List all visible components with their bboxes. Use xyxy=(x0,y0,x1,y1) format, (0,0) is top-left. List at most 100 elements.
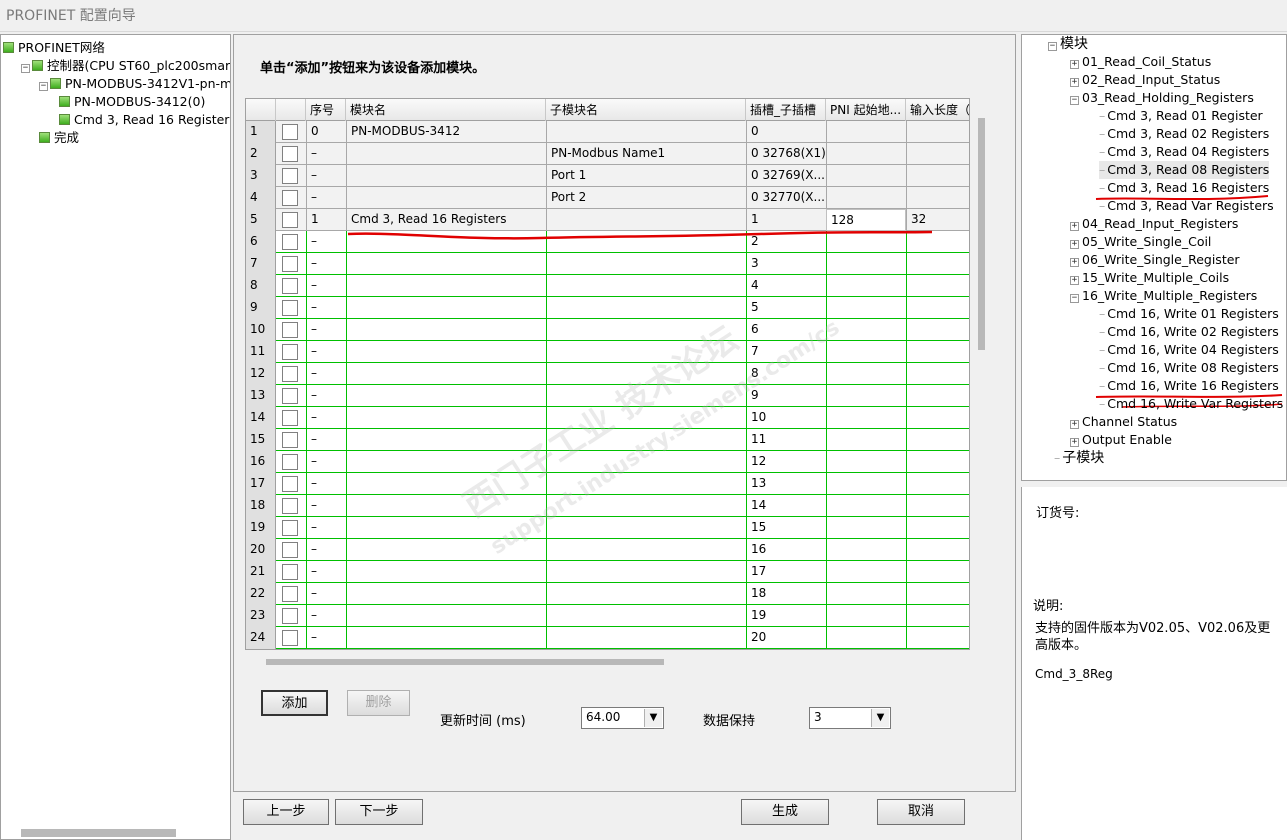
table-cell-pni[interactable] xyxy=(826,451,906,473)
table-cell-pni[interactable] xyxy=(826,495,906,517)
table-cell-module[interactable] xyxy=(346,429,546,451)
table-cell-slot[interactable]: 9 xyxy=(746,385,826,407)
table-cell-sub[interactable] xyxy=(546,121,746,143)
table-cell-inlen[interactable] xyxy=(906,495,969,517)
table-row[interactable]: 11 – 7 xyxy=(246,341,969,363)
table-cell-slot[interactable]: 0 32768(X1) xyxy=(746,143,826,165)
generate-button[interactable]: 生成 xyxy=(741,799,829,825)
table-cell-slot[interactable]: 4 xyxy=(746,275,826,297)
table-cell-sub[interactable] xyxy=(546,539,746,561)
table-cell-slot[interactable]: 12 xyxy=(746,451,826,473)
table-cell-module[interactable] xyxy=(346,165,546,187)
collapse-minus-icon[interactable]: − xyxy=(1070,294,1079,303)
table-row[interactable]: 8 – 4 xyxy=(246,275,969,297)
catalog-tree-node[interactable]: +01_Read_Coil_Status xyxy=(1070,53,1211,71)
table-row[interactable]: 10 – 6 xyxy=(246,319,969,341)
collapse-minus-icon[interactable]: − xyxy=(1070,96,1079,105)
table-cell-sub[interactable] xyxy=(546,253,746,275)
table-row[interactable]: 14 – 10 xyxy=(246,407,969,429)
table-row[interactable]: 23 – 19 xyxy=(246,605,969,627)
table-cell-seq[interactable]: – xyxy=(306,429,346,451)
network-tree-node[interactable]: − 控制器(CPU ST60_plc200smart) xyxy=(21,57,230,75)
table-cell-slot[interactable]: 19 xyxy=(746,605,826,627)
chevron-down-icon[interactable]: ▼ xyxy=(644,709,662,727)
catalog-tree-node[interactable]: – 子模块 xyxy=(1054,449,1104,467)
row-checkbox[interactable] xyxy=(282,410,298,426)
table-cell-seq[interactable]: – xyxy=(306,451,346,473)
table-cell-pni[interactable] xyxy=(826,605,906,627)
table-cell-seq[interactable]: – xyxy=(306,165,346,187)
table-cell-pni[interactable] xyxy=(826,253,906,275)
table-cell-slot[interactable]: 3 xyxy=(746,253,826,275)
table-cell-inlen[interactable] xyxy=(906,407,969,429)
table-cell-inlen[interactable] xyxy=(906,319,969,341)
table-row[interactable]: 2 – PN-Modbus Name1 0 32768(X1) xyxy=(246,143,969,165)
table-cell-inlen[interactable] xyxy=(906,473,969,495)
column-header[interactable]: 子模块名 xyxy=(546,99,746,121)
table-cell-slot[interactable]: 5 xyxy=(746,297,826,319)
table-cell-slot[interactable]: 8 xyxy=(746,363,826,385)
table-cell-pni[interactable] xyxy=(826,275,906,297)
row-checkbox[interactable] xyxy=(282,190,298,206)
table-cell-module[interactable] xyxy=(346,517,546,539)
table-cell-pni[interactable] xyxy=(826,319,906,341)
table-cell-pni[interactable] xyxy=(826,429,906,451)
column-header[interactable] xyxy=(276,99,306,121)
table-cell-sub[interactable] xyxy=(546,407,746,429)
table-cell-seq[interactable]: – xyxy=(306,187,346,209)
catalog-tree-node[interactable]: +06_Write_Single_Register xyxy=(1070,251,1240,269)
table-cell-module[interactable] xyxy=(346,297,546,319)
table-cell-pni[interactable] xyxy=(826,187,906,209)
column-header[interactable]: 输入长度（ xyxy=(906,99,969,121)
table-cell-sub[interactable] xyxy=(546,451,746,473)
next-button[interactable]: 下一步 xyxy=(335,799,423,825)
network-tree-node[interactable]: Cmd 3, Read 16 Registers xyxy=(59,111,230,129)
table-row[interactable]: 16 – 12 xyxy=(246,451,969,473)
table-row[interactable]: 20 – 16 xyxy=(246,539,969,561)
table-cell-seq[interactable]: – xyxy=(306,143,346,165)
table-cell-sub[interactable] xyxy=(546,297,746,319)
table-cell-inlen[interactable] xyxy=(906,583,969,605)
table-vertical-scrollbar[interactable] xyxy=(978,118,985,350)
table-cell-inlen[interactable] xyxy=(906,429,969,451)
catalog-tree-node[interactable]: – Cmd 3, Read 16 Registers xyxy=(1099,179,1269,197)
table-row[interactable]: 18 – 14 xyxy=(246,495,969,517)
table-cell-sub[interactable] xyxy=(546,473,746,495)
table-cell-sub[interactable] xyxy=(546,363,746,385)
column-header[interactable]: PNI 起始地... xyxy=(826,99,906,121)
row-checkbox[interactable] xyxy=(282,300,298,316)
table-cell-inlen[interactable] xyxy=(906,627,969,649)
table-cell-seq[interactable]: – xyxy=(306,561,346,583)
catalog-tree-node[interactable]: +05_Write_Single_Coil xyxy=(1070,233,1211,251)
table-cell-inlen[interactable] xyxy=(906,539,969,561)
column-header[interactable]: 插槽_子插槽 xyxy=(746,99,826,121)
table-row[interactable]: 7 – 3 xyxy=(246,253,969,275)
table-cell-seq[interactable]: – xyxy=(306,473,346,495)
row-checkbox[interactable] xyxy=(282,586,298,602)
table-cell-inlen[interactable] xyxy=(906,561,969,583)
table-cell-sub[interactable] xyxy=(546,275,746,297)
table-cell-slot[interactable]: 6 xyxy=(746,319,826,341)
table-row[interactable]: 22 – 18 xyxy=(246,583,969,605)
data-hold-select[interactable]: 3 ▼ xyxy=(809,707,891,729)
row-checkbox[interactable] xyxy=(282,454,298,470)
left-horizontal-scrollbar[interactable] xyxy=(21,829,176,837)
table-cell-pni[interactable] xyxy=(826,473,906,495)
row-checkbox[interactable] xyxy=(282,476,298,492)
table-cell-pni[interactable] xyxy=(826,517,906,539)
row-checkbox[interactable] xyxy=(282,564,298,580)
row-checkbox[interactable] xyxy=(282,432,298,448)
collapse-minus-icon[interactable]: − xyxy=(39,82,48,91)
column-header[interactable] xyxy=(246,99,276,121)
table-cell-seq[interactable]: – xyxy=(306,363,346,385)
table-cell-inlen[interactable] xyxy=(906,297,969,319)
expand-plus-icon[interactable]: + xyxy=(1070,222,1079,231)
catalog-tree-node[interactable]: – Cmd 3, Read 02 Registers xyxy=(1099,125,1269,143)
row-checkbox[interactable] xyxy=(282,278,298,294)
table-cell-inlen[interactable] xyxy=(906,605,969,627)
catalog-tree-node[interactable]: – Cmd 3, Read 08 Registers xyxy=(1099,161,1270,179)
table-cell-module[interactable] xyxy=(346,627,546,649)
table-cell-slot[interactable]: 13 xyxy=(746,473,826,495)
table-cell-sub[interactable] xyxy=(546,341,746,363)
table-cell-module[interactable] xyxy=(346,341,546,363)
